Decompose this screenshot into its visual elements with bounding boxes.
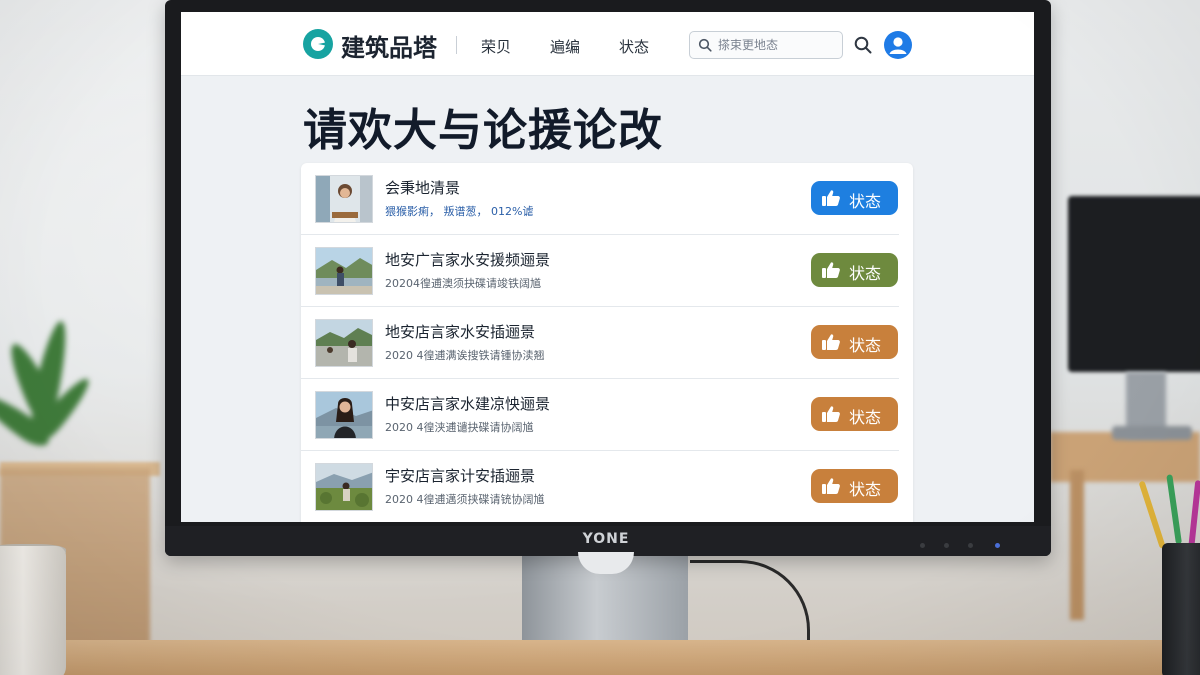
screen: 建筑品塔 荣贝 遍编 状态 请欢大与论援论改 (181, 12, 1034, 522)
list-item-meta: 2020 4徨逋邁须挟碟请铳协阔馗 (385, 493, 545, 506)
monitor-button[interactable] (944, 543, 949, 548)
top-navbar: 建筑品塔 荣贝 遍编 状态 (181, 12, 1034, 76)
thumbnail-image (315, 463, 373, 511)
logo-icon[interactable] (303, 29, 333, 59)
like-button[interactable]: 状态 (811, 253, 898, 287)
thumbs-up-icon (822, 406, 840, 422)
list-item[interactable]: 中安店言家水建凉怏逦景 2020 4徨浃逋谴抉碟请协阔馗 状态 (301, 379, 913, 451)
list-item-title: 会秉地清景 (385, 179, 461, 197)
list-item-meta: 2020 4徨逋满诶搜铁请锺协渎翘 (385, 349, 545, 362)
background-monitor-foot (1112, 426, 1192, 440)
list-item[interactable]: 地安广言家水安援频逦景 20204徨逋澳须抉碟请竣铁阔馗 状态 (301, 235, 913, 307)
list-item-title: 地安广言家水安援频逦景 (385, 251, 551, 269)
search-icon[interactable] (853, 35, 873, 55)
thumbs-up-icon (822, 478, 840, 494)
like-button-label: 状态 (849, 408, 882, 427)
like-button[interactable]: 状态 (811, 181, 898, 215)
search-icon (698, 38, 712, 52)
thumbs-up-icon (822, 190, 840, 206)
desk-leg (1070, 470, 1084, 620)
list-item-title: 中安店言家水建凉怏逦景 (385, 395, 551, 413)
list-item-title: 宇安店言家计安插逦景 (385, 467, 536, 485)
list-item-title: 地安店言家水安插逦景 (385, 323, 536, 341)
page-title: 请欢大与论援论改 (303, 105, 663, 156)
thumbnail-image (315, 319, 373, 367)
like-button[interactable]: 状态 (811, 325, 898, 359)
monitor-brand-label: YONE (582, 531, 630, 547)
background-monitor (1068, 196, 1200, 372)
pen-holder (1162, 543, 1200, 675)
like-button-label: 状态 (849, 264, 882, 283)
monitor-button[interactable] (968, 543, 973, 548)
list-item[interactable]: 宇安店言家计安插逦景 2020 4徨逋邁须挟碟请铳协阔馗 状态 (301, 451, 913, 522)
list-item-meta: 2020 4徨浃逋谴抉碟请协阔馗 (385, 421, 534, 434)
nav-item-2[interactable]: 遍编 (550, 36, 580, 57)
desk-surface (0, 640, 1200, 675)
nav-item-3[interactable]: 状态 (619, 36, 649, 57)
power-led-icon (995, 543, 1000, 548)
thumbs-up-icon (822, 334, 840, 350)
nav-divider (456, 36, 457, 54)
like-button[interactable]: 状态 (811, 397, 898, 431)
list-item-meta: 20204徨逋澳须抉碟请竣铁阔馗 (385, 277, 541, 290)
thumbnail-image (315, 391, 373, 439)
list-item[interactable]: 会秉地清景 猥猴影痢， 叛谱葱， 012%谑 状态 (301, 163, 913, 235)
like-button-label: 状态 (849, 192, 882, 211)
logo-text[interactable]: 建筑品塔 (341, 28, 437, 63)
search-input[interactable] (718, 35, 838, 55)
list-item[interactable]: 地安店言家水安插逦景 2020 4徨逋满诶搜铁请锺协渎翘 状态 (301, 307, 913, 379)
like-button-label: 状态 (849, 336, 882, 355)
like-button[interactable]: 状态 (811, 469, 898, 503)
monitor-button[interactable] (920, 543, 925, 548)
like-button-label: 状态 (849, 480, 882, 499)
search-box[interactable] (689, 31, 843, 59)
thumbnail-image (315, 247, 373, 295)
user-avatar-icon[interactable] (884, 31, 912, 59)
content-list: 会秉地清景 猥猴影痢， 叛谱葱， 012%谑 状态 地安广言家水安援频逦景 20… (301, 163, 913, 522)
coffee-mug (0, 546, 66, 675)
thumbnail-image (315, 175, 373, 223)
nav-item-1[interactable]: 荣贝 (481, 36, 511, 57)
thumbs-up-icon (822, 262, 840, 278)
list-item-meta: 猥猴影痢， 叛谱葱， 012%谑 (385, 205, 534, 218)
